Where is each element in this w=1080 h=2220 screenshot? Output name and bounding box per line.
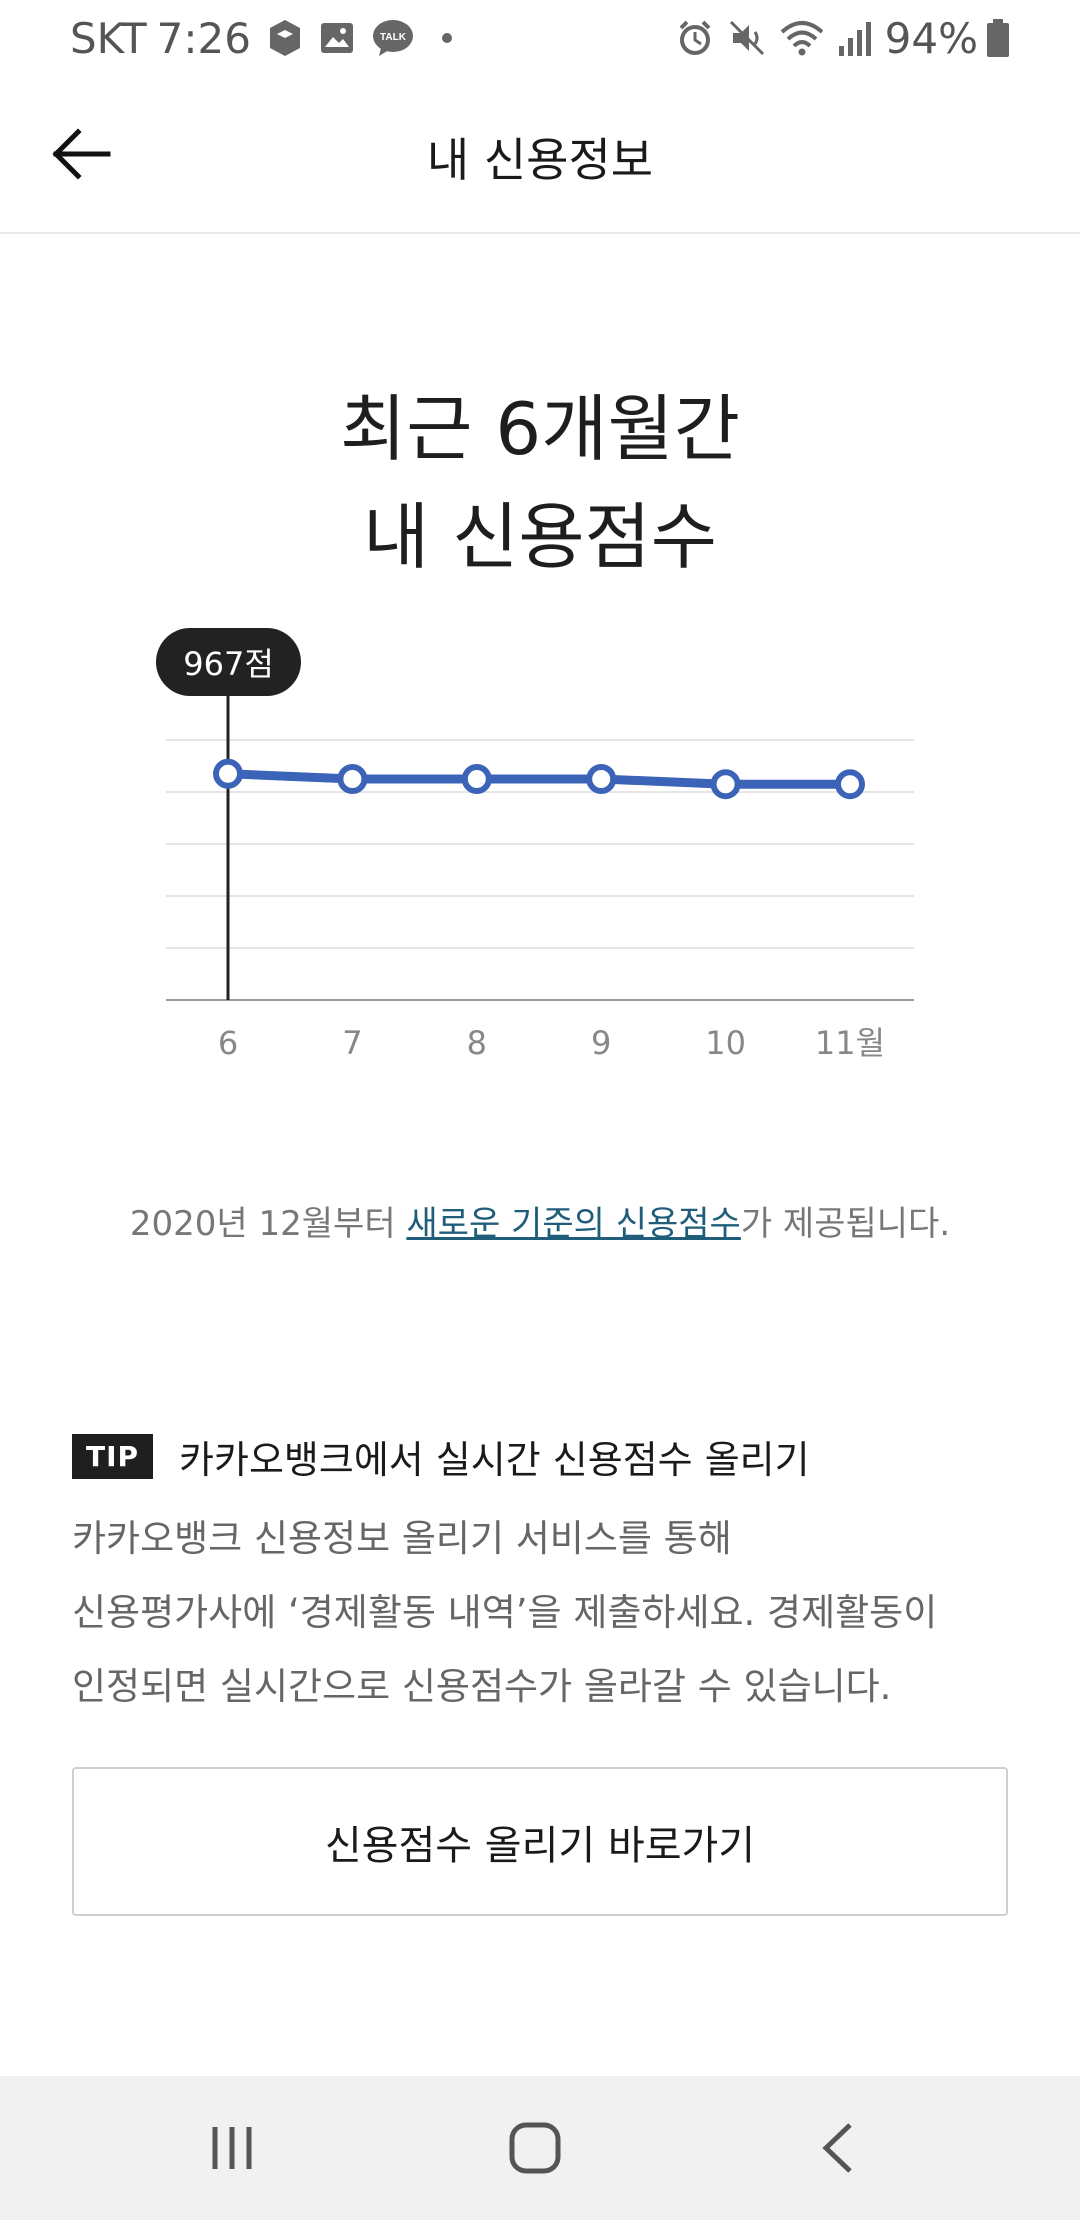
tip-title: 카카오뱅크에서 실시간 신용점수 올리기 bbox=[179, 1437, 810, 1482]
page-title: 내 신용정보 bbox=[426, 133, 654, 187]
tip-line: 신용평가사에 ‘경제활동 내역’을 제출하세요. 경제활동이 bbox=[72, 1591, 938, 1634]
home-button[interactable] bbox=[485, 2112, 585, 2184]
system-nav-bar bbox=[0, 2076, 1080, 2220]
x-tick-label: 10 bbox=[705, 1024, 746, 1062]
selected-score-tooltip: 967점 bbox=[156, 628, 301, 696]
data-point bbox=[710, 769, 741, 800]
nav-back-button[interactable] bbox=[788, 2112, 888, 2184]
x-tick-label: 8 bbox=[467, 1024, 487, 1062]
recent-apps-icon bbox=[212, 2127, 252, 2169]
x-tick-label: 6 bbox=[218, 1024, 238, 1062]
clock-text: 7:26 bbox=[156, 13, 251, 63]
x-tick-label: 11월 bbox=[815, 1024, 885, 1062]
data-point bbox=[586, 764, 617, 794]
back-icon bbox=[822, 2123, 852, 2173]
data-point bbox=[461, 764, 492, 794]
signal-icon bbox=[837, 18, 873, 58]
tip-body: 카카오뱅크 신용정보 올리기 서비스를 통해 신용평가사에 ‘경제활동 내역’을… bbox=[72, 1502, 1032, 1724]
home-icon bbox=[509, 2122, 561, 2174]
status-right: 94% bbox=[675, 10, 1010, 66]
notice-suffix: 가 제공됩니다. bbox=[740, 1204, 951, 1244]
x-tick-label: 9 bbox=[591, 1024, 611, 1062]
tip-line: 카카오뱅크 신용정보 올리기 서비스를 통해 bbox=[72, 1517, 732, 1560]
heading-line-1: 최근 6개월간 bbox=[340, 387, 740, 471]
x-tick-label: 7 bbox=[342, 1024, 362, 1062]
tip-line: 인정되면 실시간으로 신용점수가 올라갈 수 있습니다. bbox=[72, 1665, 892, 1708]
credit-score-chart: 6 7 8 9 10 11월 967점 bbox=[0, 620, 1080, 1080]
wifi-icon bbox=[779, 18, 825, 58]
data-point bbox=[835, 769, 865, 800]
status-left: SKT 7:26 TALK bbox=[70, 10, 453, 66]
chart-svg: 6 7 8 9 10 11월 bbox=[166, 696, 914, 1062]
gallery-icon bbox=[319, 21, 355, 55]
talk-icon: TALK bbox=[371, 18, 415, 58]
recent-apps-button[interactable] bbox=[182, 2112, 282, 2184]
heading-line-2: 내 신용점수 bbox=[362, 495, 718, 579]
tip-header: TIP 카카오뱅크에서 실시간 신용점수 올리기 bbox=[72, 1428, 810, 1484]
new-score-link[interactable]: 새로운 기준의 신용점수 bbox=[406, 1204, 740, 1244]
carrier-text: SKT bbox=[70, 13, 147, 63]
score-notice: 2020년 12월부터 새로운 기준의 신용점수가 제공됩니다. bbox=[0, 1196, 1080, 1245]
series-line bbox=[223, 769, 855, 789]
data-point bbox=[213, 758, 243, 789]
app-bar: 내 신용정보 bbox=[0, 76, 1080, 234]
battery-percent-text: 94% bbox=[884, 13, 978, 63]
tip-badge: TIP bbox=[72, 1433, 154, 1479]
status-bar: SKT 7:26 TALK 94% bbox=[0, 0, 1080, 76]
alarm-icon bbox=[675, 18, 715, 58]
notice-prefix: 2020년 12월부터 bbox=[129, 1204, 407, 1244]
talk-icon-text: TALK bbox=[380, 32, 407, 43]
mute-icon bbox=[727, 18, 767, 58]
shield-app-icon bbox=[267, 18, 303, 58]
section-heading: 최근 6개월간 내 신용점수 bbox=[0, 375, 1080, 591]
dot-icon bbox=[441, 32, 453, 44]
battery-icon bbox=[986, 18, 1010, 58]
data-point bbox=[337, 764, 368, 794]
raise-score-button[interactable]: 신용점수 올리기 바로가기 bbox=[72, 1767, 1008, 1916]
